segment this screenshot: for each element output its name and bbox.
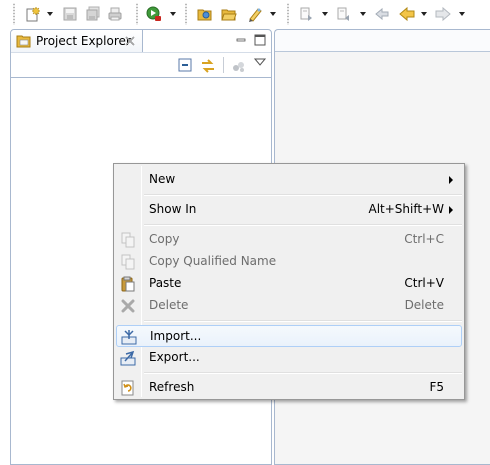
import-icon xyxy=(121,329,137,345)
back-icon[interactable] xyxy=(398,5,416,23)
toolbar-separator xyxy=(13,3,15,25)
menu-item-copy-qualified-name[interactable]: Copy Qualified Name xyxy=(116,251,462,273)
chevron-down-icon[interactable] xyxy=(47,12,53,16)
refresh-icon xyxy=(120,380,136,396)
copy-qualified-name-icon xyxy=(120,254,136,270)
menu-item-label: Copy xyxy=(149,232,180,246)
new-wizard-icon[interactable] xyxy=(24,5,42,23)
prev-annotation-icon[interactable] xyxy=(335,5,353,23)
filters-icon[interactable] xyxy=(231,58,247,77)
delete-icon xyxy=(120,298,136,314)
minimize-icon[interactable] xyxy=(236,34,246,48)
open-type-icon[interactable] xyxy=(196,5,214,23)
export-icon xyxy=(120,350,136,366)
menu-item-shortcut: Delete xyxy=(404,298,444,312)
collapse-all-icon[interactable] xyxy=(178,58,192,75)
chevron-down-icon[interactable] xyxy=(459,12,465,16)
chevron-down-icon[interactable] xyxy=(170,12,176,16)
menu-item-copy[interactable]: Copy Ctrl+C xyxy=(116,229,462,251)
menu-item-shortcut: Ctrl+V xyxy=(404,276,444,290)
menu-item-new[interactable]: New xyxy=(116,169,462,191)
toolbar-separator xyxy=(136,3,138,25)
context-menu: New Show In Alt+Shift+W Copy Ctrl+C Copy… xyxy=(113,163,465,400)
main-toolbar xyxy=(0,0,490,28)
menu-item-label: Export... xyxy=(149,350,200,364)
next-annotation-icon[interactable] xyxy=(298,5,316,23)
chevron-down-icon[interactable] xyxy=(421,12,427,16)
menu-item-label: Refresh xyxy=(149,380,195,394)
menu-item-label: Import... xyxy=(150,329,202,343)
maximize-icon[interactable] xyxy=(254,34,266,49)
chevron-down-icon[interactable] xyxy=(270,12,276,16)
copy-icon xyxy=(120,232,136,248)
search-pencil-icon[interactable] xyxy=(246,5,264,23)
close-icon[interactable] xyxy=(125,35,135,49)
menu-item-shortcut: Ctrl+C xyxy=(404,232,444,246)
menu-separator xyxy=(144,194,462,196)
menu-separator xyxy=(144,224,462,226)
run-icon[interactable] xyxy=(145,5,163,23)
explorer-view-toolbar xyxy=(11,52,271,78)
save-icon[interactable] xyxy=(61,5,79,23)
view-menu-icon[interactable] xyxy=(253,56,267,70)
save-all-icon[interactable] xyxy=(84,5,102,23)
forward-icon[interactable] xyxy=(434,5,452,23)
project-explorer-icon xyxy=(16,34,32,51)
menu-item-show-in[interactable]: Show In Alt+Shift+W xyxy=(116,199,462,221)
menu-separator xyxy=(144,320,462,322)
menu-item-import[interactable]: Import... xyxy=(116,325,462,347)
chevron-down-icon[interactable] xyxy=(322,12,328,16)
menu-item-label: Show In xyxy=(149,202,197,216)
menu-item-paste[interactable]: Paste Ctrl+V xyxy=(116,273,462,295)
menu-item-label: New xyxy=(149,172,176,186)
toolbar-separator xyxy=(287,3,289,25)
menu-item-shortcut: F5 xyxy=(429,380,444,394)
chevron-down-icon[interactable] xyxy=(360,12,366,16)
menu-separator xyxy=(144,372,462,374)
last-edit-location-icon[interactable] xyxy=(373,5,391,23)
view-tab-title: Project Explorer xyxy=(36,34,131,48)
toolbar-separator xyxy=(185,3,187,25)
menu-item-refresh[interactable]: Refresh F5 xyxy=(116,377,462,399)
menu-item-shortcut: Alt+Shift+W xyxy=(368,202,445,216)
open-folder-icon[interactable] xyxy=(220,5,238,23)
editor-area-header xyxy=(275,30,490,52)
menu-item-label: Delete xyxy=(149,298,189,312)
menu-item-label: Copy Qualified Name xyxy=(149,254,277,268)
link-with-editor-icon[interactable] xyxy=(200,58,216,77)
tab-project-explorer[interactable]: Project Explorer xyxy=(11,30,143,52)
menu-item-label: Paste xyxy=(149,276,182,290)
view-toolbar-separator xyxy=(223,57,224,73)
print-icon[interactable] xyxy=(106,5,124,23)
menu-item-delete[interactable]: Delete Delete xyxy=(116,295,462,317)
menu-item-export[interactable]: Export... xyxy=(116,347,462,369)
paste-icon xyxy=(120,276,136,292)
submenu-arrow-icon xyxy=(449,206,453,214)
submenu-arrow-icon xyxy=(449,176,453,184)
